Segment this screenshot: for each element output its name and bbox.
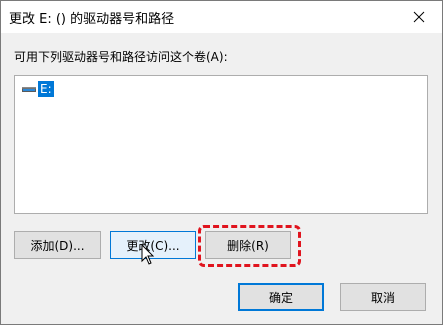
drive-path-listbox[interactable]: E: <box>14 75 428 214</box>
window-title: 更改 E: () 的驱动器号和路径 <box>9 12 175 27</box>
ok-button[interactable]: 确定 <box>238 283 324 311</box>
change-drive-letter-dialog: 更改 E: () 的驱动器号和路径 可用下列驱动器号和路径访问这个卷(A): E… <box>0 0 443 325</box>
delete-button-highlight <box>198 225 301 267</box>
cancel-button[interactable]: 取消 <box>340 283 426 311</box>
list-prompt-label: 可用下列驱动器号和路径访问这个卷(A): <box>14 50 228 64</box>
mouse-pointer-icon <box>141 243 155 270</box>
title-bar: 更改 E: () 的驱动器号和路径 <box>1 1 442 33</box>
list-item-label: E: <box>38 81 54 97</box>
list-item[interactable]: E: <box>21 81 54 97</box>
close-button[interactable] <box>396 1 442 33</box>
close-icon <box>413 11 425 23</box>
add-button[interactable]: 添加(D)... <box>14 231 101 259</box>
drive-icon <box>21 81 37 97</box>
